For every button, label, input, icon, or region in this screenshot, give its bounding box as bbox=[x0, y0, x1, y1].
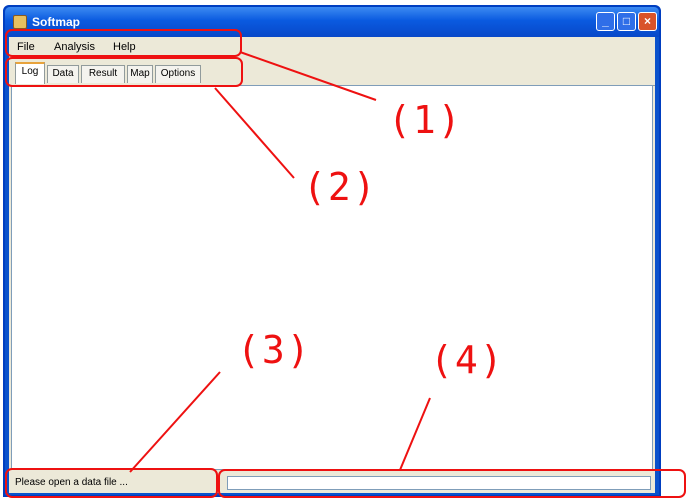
annotation-label-2: (2) bbox=[303, 165, 378, 209]
annotation-label-3: (3) bbox=[237, 328, 312, 372]
annotation-leader-lines bbox=[129, 51, 431, 473]
annotation-label-4: (4) bbox=[430, 338, 505, 382]
annotation-label-1: (1) bbox=[388, 98, 463, 142]
